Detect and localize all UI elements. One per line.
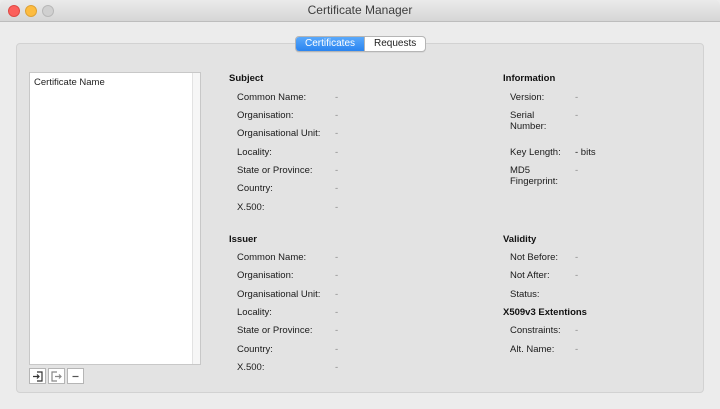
import-icon (33, 370, 43, 382)
issuer-locality-label: Locality: (237, 307, 272, 318)
export-icon (51, 370, 62, 382)
window-title: Certificate Manager (307, 3, 413, 17)
issuer-state-value: - (335, 325, 339, 336)
subject-state-label: State or Province: (237, 165, 313, 176)
issuer-section-title: Issuer (229, 234, 257, 245)
tab-requests[interactable]: Requests (364, 37, 425, 51)
md5-fingerprint-label: MD5 Fingerprint: (510, 165, 559, 187)
issuer-country-label: Country: (237, 344, 273, 355)
issuer-x500-value: - (335, 362, 339, 373)
subject-x500-label: X.500: (237, 202, 265, 213)
not-after-label: Not After: (510, 270, 550, 281)
subject-organisation-label: Organisation: (237, 110, 294, 121)
alt-name-value: - (575, 344, 579, 355)
title-bar[interactable]: Certificate Manager (0, 0, 720, 22)
issuer-organisational-unit-value: - (335, 289, 339, 300)
md5-fingerprint-value: - (575, 165, 579, 176)
not-before-value: - (575, 252, 579, 263)
constraints-label: Constraints: (510, 325, 561, 336)
information-section-title: Information (503, 73, 556, 84)
subject-state-value: - (335, 165, 339, 176)
subject-locality-value: - (335, 147, 339, 158)
tab-certificates[interactable]: Certificates (296, 37, 365, 51)
subject-common-name-label: Common Name: (237, 92, 307, 103)
certificate-list-toolbar (29, 368, 86, 384)
subject-organisational-unit-label: Organisational Unit: (237, 128, 321, 139)
issuer-organisation-value: - (335, 270, 339, 281)
subject-organisation-value: - (335, 110, 339, 121)
subject-section-title: Subject (229, 73, 264, 84)
constraints-value: - (575, 325, 579, 336)
issuer-country-value: - (335, 344, 339, 355)
issuer-x500-label: X.500: (237, 362, 265, 373)
import-certificate-button[interactable] (29, 368, 46, 384)
issuer-common-name-label: Common Name: (237, 252, 307, 263)
minus-icon (72, 375, 79, 377)
export-certificate-button[interactable] (48, 368, 65, 384)
subject-x500-value: - (335, 202, 339, 213)
issuer-locality-value: - (335, 307, 339, 318)
status-label: Status: (510, 289, 540, 300)
alt-name-label: Alt. Name: (510, 344, 555, 355)
key-length-label: Key Length: (510, 147, 561, 158)
not-after-value: - (575, 270, 579, 281)
serial-number-value: - (575, 110, 579, 121)
issuer-common-name-value: - (335, 252, 339, 263)
certificate-manager-window: Certificate Manager Certificates Request… (0, 0, 720, 409)
remove-certificate-button[interactable] (67, 368, 84, 384)
certificate-name-column-header[interactable]: Certificate Name (34, 77, 105, 88)
subject-country-value: - (335, 183, 339, 194)
subject-locality-label: Locality: (237, 147, 272, 158)
certificate-list[interactable]: Certificate Name (29, 72, 201, 365)
certificate-list-scrollbar[interactable] (192, 73, 200, 364)
extensions-section-title: X509v3 Extentions (503, 307, 587, 318)
issuer-organisation-label: Organisation: (237, 270, 294, 281)
key-length-value: - bits (575, 147, 596, 158)
version-value: - (575, 92, 579, 103)
issuer-organisational-unit-label: Organisational Unit: (237, 289, 321, 300)
issuer-state-label: State or Province: (237, 325, 313, 336)
serial-number-label: Serial Number: (510, 110, 547, 132)
view-tabs: Certificates Requests (295, 36, 427, 52)
subject-country-label: Country: (237, 183, 273, 194)
validity-section-title: Validity (503, 234, 537, 245)
not-before-label: Not Before: (510, 252, 559, 263)
subject-common-name-value: - (335, 92, 339, 103)
version-label: Version: (510, 92, 545, 103)
subject-organisational-unit-value: - (335, 128, 339, 139)
